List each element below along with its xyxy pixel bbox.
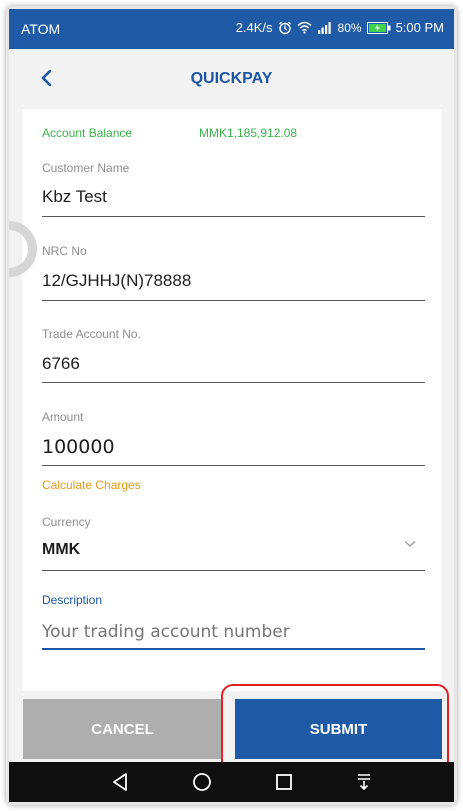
nrc-underline (42, 300, 425, 301)
amount-label: Amount (42, 410, 84, 424)
notification-pulldown-icon[interactable] (351, 770, 377, 794)
trade-account-underline (42, 382, 425, 383)
customer-name-underline (42, 216, 425, 217)
cancel-button[interactable]: CANCEL (23, 699, 222, 759)
navigation-bar (9, 762, 454, 802)
phone-screen: ATOM 2.4K/s 80% 5:00 PM QUICKPAY Account… (9, 9, 454, 802)
screenshot-frame: ATOM 2.4K/s 80% 5:00 PM QUICKPAY Account… (6, 6, 457, 805)
amount-underline (42, 465, 425, 466)
battery-percent: 80% (337, 20, 362, 35)
description-label: Description (42, 593, 103, 607)
description-underline (42, 648, 425, 650)
status-bar: ATOM 2.4K/s 80% 5:00 PM (9, 9, 454, 49)
chevron-down-icon[interactable] (404, 535, 416, 553)
description-input[interactable] (42, 617, 425, 647)
app-header: QUICKPAY (9, 49, 454, 109)
nrc-label: NRC No (42, 244, 87, 258)
nrc-field[interactable]: 12/GJHHJ(N)78888 (42, 271, 191, 291)
submit-button[interactable]: SUBMIT (235, 699, 442, 759)
wifi-icon (297, 21, 312, 34)
currency-label: Currency (42, 515, 91, 529)
network-speed: 2.4K/s (235, 20, 273, 35)
currency-underline (42, 570, 425, 571)
customer-name-field[interactable]: Kbz Test (42, 187, 107, 207)
trade-account-label: Trade Account No. (42, 327, 141, 341)
carrier-label: ATOM (21, 21, 61, 37)
page-title: QUICKPAY (190, 70, 273, 87)
clock-time: 5:00 PM (395, 20, 444, 35)
back-triangle-icon[interactable] (107, 770, 133, 794)
account-balance-value: MMK1,185,912.08 (199, 126, 298, 140)
calculate-charges-link[interactable]: Calculate Charges (42, 478, 141, 492)
currency-select[interactable]: MMK (42, 541, 80, 559)
recents-square-icon[interactable] (271, 770, 297, 794)
home-circle-icon[interactable] (189, 770, 215, 794)
battery-charging-icon (366, 21, 391, 34)
account-balance-label: Account Balance (42, 126, 133, 140)
quickpay-form: Account Balance MMK1,185,912.08 Customer… (22, 109, 442, 691)
alarm-icon (278, 21, 292, 35)
amount-field[interactable]: 100000 (42, 436, 115, 458)
customer-name-label: Customer Name (42, 161, 130, 175)
status-icons: 2.4K/s 80% 5:00 PM (236, 20, 444, 35)
trade-account-field[interactable]: 6766 (42, 354, 80, 374)
signal-icon (317, 21, 333, 34)
